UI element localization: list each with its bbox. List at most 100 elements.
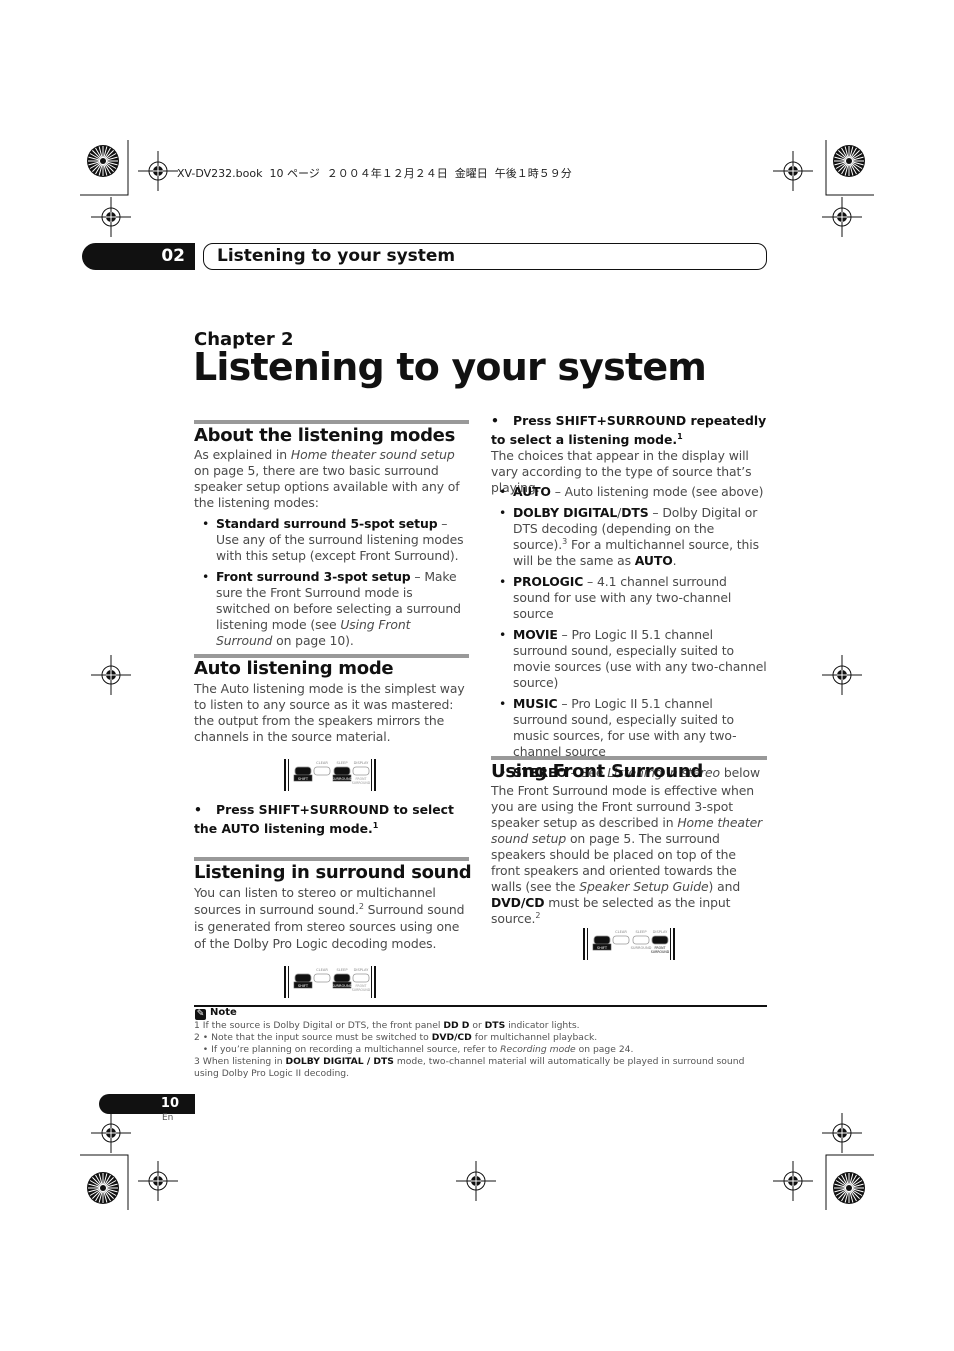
clear-button bbox=[313, 973, 331, 983]
shift-label: SHIFT bbox=[298, 984, 309, 988]
registration-crosshair bbox=[138, 1161, 178, 1201]
surround-label: SURROUND bbox=[332, 777, 353, 781]
display-button bbox=[651, 935, 669, 945]
auto-text: The Auto listening mode is the simplest … bbox=[194, 681, 469, 745]
footnotes: 1 If the source is Dolby Digital or DTS,… bbox=[194, 1020, 767, 1080]
surround-label: SURROUND bbox=[332, 984, 353, 988]
display-label: DISPLAY bbox=[653, 930, 669, 934]
section-rule bbox=[491, 756, 767, 760]
sleep-label: SLEEP bbox=[337, 761, 349, 765]
about-intro: As explained in Home theater sound setup… bbox=[194, 447, 469, 511]
note-rule bbox=[194, 1005, 767, 1007]
page-number: 10 bbox=[99, 1094, 195, 1114]
listening-mode-list: AUTO – Auto listening mode (see above) D… bbox=[491, 484, 767, 786]
remote-diagram: CLEAR SLEEP DISPLAY SHIFT SURROUND FRONT S… bbox=[283, 964, 377, 1000]
registration-crosshair bbox=[456, 1161, 496, 1201]
text-segment: PROLOGIC bbox=[513, 574, 584, 589]
shift-label: SHIFT bbox=[298, 777, 309, 781]
text-segment: DOLBY DIGITAL bbox=[513, 505, 618, 520]
text-segment: Recording mode bbox=[500, 1044, 576, 1055]
registration-crosshair bbox=[91, 1113, 131, 1153]
display-button bbox=[352, 973, 370, 983]
text-segment: Home theater sound setup bbox=[290, 447, 455, 462]
surround-text: You can listen to stereo or multichannel… bbox=[194, 884, 469, 952]
clear-label: CLEAR bbox=[615, 930, 627, 934]
shift-button bbox=[294, 766, 312, 776]
registration-starburst bbox=[833, 145, 865, 177]
text-segment: below bbox=[720, 765, 761, 780]
clear-label: CLEAR bbox=[316, 761, 328, 765]
text-segment: for multichannel playback. bbox=[471, 1032, 598, 1043]
text-segment: on page 24. bbox=[575, 1044, 634, 1055]
registration-crosshair bbox=[138, 151, 178, 191]
clear-label: CLEAR bbox=[316, 968, 328, 972]
text-segment: 2 • Note that the input source must be s… bbox=[194, 1032, 432, 1043]
text-segment: . bbox=[672, 553, 677, 568]
list-item: Standard surround 5-spot setup – Use any… bbox=[194, 516, 469, 564]
text-segment: 1 If the source is Dolby Digital or DTS,… bbox=[194, 1020, 444, 1031]
clear-button bbox=[612, 935, 630, 945]
text-segment: DTS bbox=[484, 1020, 506, 1031]
text-segment: DVD/CD bbox=[491, 895, 545, 910]
svg-text:SURROUND: SURROUND bbox=[352, 988, 371, 992]
heading-listening-in-surround: Listening in surround sound bbox=[194, 862, 472, 883]
surround-label: SURROUND bbox=[631, 946, 652, 950]
shift-label: SHIFT bbox=[597, 946, 608, 950]
text-segment: 3 When listening in bbox=[194, 1056, 286, 1067]
sleep-label: SLEEP bbox=[337, 968, 349, 972]
note-label: Note bbox=[210, 1007, 237, 1018]
remote-diagram: CLEAR SLEEP DISPLAY SHIFT SURROUND FRONT S… bbox=[582, 926, 676, 962]
heading-using-front-surround: Using Front Surround bbox=[491, 761, 703, 782]
text-segment: DTS bbox=[621, 505, 649, 520]
text-segment: – Auto listening mode (see above) bbox=[550, 484, 764, 499]
text-segment: 2 bbox=[535, 910, 541, 920]
text-segment: Press SHIFT+SURROUND repeatedly to selec… bbox=[491, 413, 767, 447]
list-item-dolby-dts: DOLBY DIGITAL/DTS – Dolby Digital or DTS… bbox=[491, 505, 767, 569]
registration-crosshair bbox=[773, 151, 813, 191]
language-label: En bbox=[162, 1113, 174, 1123]
registration-starburst bbox=[87, 1172, 119, 1204]
list-item-music: MUSIC – Pro Logic II 5.1 channel surroun… bbox=[491, 696, 767, 760]
text-segment: As explained in bbox=[194, 447, 291, 462]
text-segment: 1 bbox=[372, 820, 379, 830]
display-label: DISPLAY bbox=[354, 968, 370, 972]
sleep-label: SLEEP bbox=[636, 930, 648, 934]
text-segment: AUTO bbox=[634, 553, 673, 568]
heading-about-listening-modes: About the listening modes bbox=[194, 425, 456, 446]
remote-diagram: CLEAR SLEEP DISPLAY SHIFT SURROUND FRONT S… bbox=[283, 757, 377, 793]
text-segment: Front surround 3-spot setup bbox=[216, 569, 411, 584]
page-title: Listening to your system bbox=[193, 345, 707, 389]
text-segment: MOVIE bbox=[513, 627, 558, 642]
shift-button bbox=[294, 973, 312, 983]
text-segment: The Auto listening mode is the simplest … bbox=[194, 681, 465, 744]
svg-text:SURROUND: SURROUND bbox=[651, 950, 670, 954]
display-button bbox=[352, 766, 370, 776]
sleep-button bbox=[632, 935, 650, 945]
text-segment: Press SHIFT+SURROUND to select the AUTO … bbox=[194, 802, 454, 836]
text-segment: on page 10). bbox=[272, 633, 354, 648]
registration-starburst bbox=[87, 145, 119, 177]
sleep-button bbox=[333, 973, 351, 983]
footnote: • If you’re planning on recording a mult… bbox=[194, 1044, 767, 1056]
list-item-prologic: PROLOGIC – 4.1 channel surround sound fo… bbox=[491, 574, 767, 622]
registration-starburst bbox=[833, 1172, 865, 1204]
list-item-auto: AUTO – Auto listening mode (see above) bbox=[491, 484, 767, 500]
registration-marks bbox=[80, 140, 874, 1210]
registration-crosshair bbox=[773, 1161, 813, 1201]
text-segment: 1 bbox=[677, 431, 683, 441]
text-segment: Speaker Setup Guide bbox=[579, 879, 709, 894]
print-header: XV-DV232.book 10 ページ ２００４年１２月２４日 金曜日 午後１… bbox=[177, 167, 572, 180]
heading-auto-listening-mode: Auto listening mode bbox=[194, 658, 394, 679]
footnote: 1 If the source is Dolby Digital or DTS,… bbox=[194, 1020, 767, 1032]
list-item: Front surround 3-spot setup – Make sure … bbox=[194, 569, 469, 649]
text-segment: Standard surround 5-spot setup bbox=[216, 516, 438, 531]
running-header-title: Listening to your system bbox=[203, 243, 767, 270]
step-instruction: • Press SHIFT+SURROUND to select the AUTO… bbox=[194, 802, 454, 836]
display-label: DISPLAY bbox=[354, 761, 370, 765]
setup-list: Standard surround 5-spot setup – Use any… bbox=[194, 516, 469, 654]
sleep-button bbox=[333, 766, 351, 776]
chapter-number-tab: 02 bbox=[82, 243, 195, 270]
text-segment: DVD/CD bbox=[431, 1032, 472, 1043]
registration-crosshair bbox=[91, 655, 131, 695]
text-segment: DOLBY DIGITAL / DTS bbox=[285, 1056, 394, 1067]
